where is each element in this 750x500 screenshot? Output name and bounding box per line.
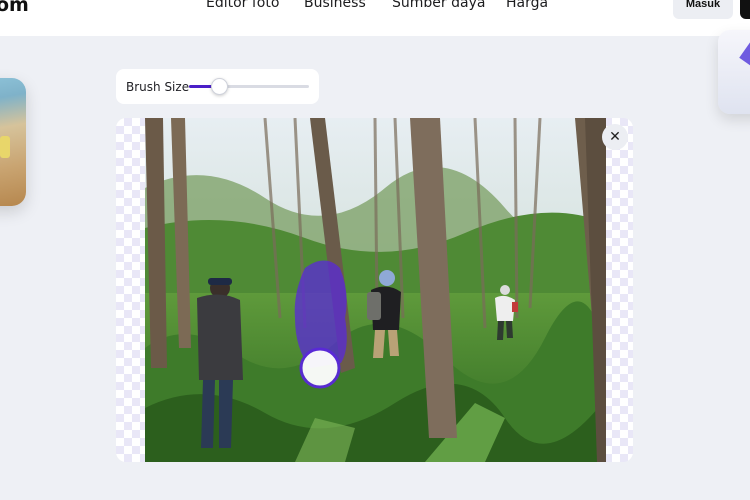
brush-size-label: Brush Size xyxy=(126,80,190,94)
card-decoration xyxy=(739,30,750,75)
brush-size-slider[interactable] xyxy=(189,78,309,95)
brush-size-slider-thumb[interactable] xyxy=(211,78,228,95)
close-icon[interactable]: ✕ xyxy=(602,124,628,150)
brand-logo[interactable]: om xyxy=(0,0,29,16)
nav-item-harga[interactable]: Harga xyxy=(506,0,548,11)
nav-item-sumber-daya[interactable]: Sumber daya xyxy=(392,0,485,11)
brush-size-panel: Brush Size xyxy=(116,69,319,104)
image-editor-canvas[interactable]: ✕ xyxy=(116,118,633,462)
editable-photo[interactable] xyxy=(145,118,606,462)
example-image-card-left[interactable] xyxy=(0,78,26,206)
signup-button[interactable] xyxy=(740,0,750,19)
example-image-card-right[interactable] xyxy=(718,30,750,114)
nav-item-business[interactable]: Business xyxy=(304,0,366,11)
top-navigation-bar: om Editor foto Business Sumber daya Harg… xyxy=(0,0,750,36)
login-button[interactable]: Masuk xyxy=(673,0,733,19)
nav-item-editor-foto[interactable]: Editor foto xyxy=(206,0,279,11)
card-decoration xyxy=(0,136,10,158)
